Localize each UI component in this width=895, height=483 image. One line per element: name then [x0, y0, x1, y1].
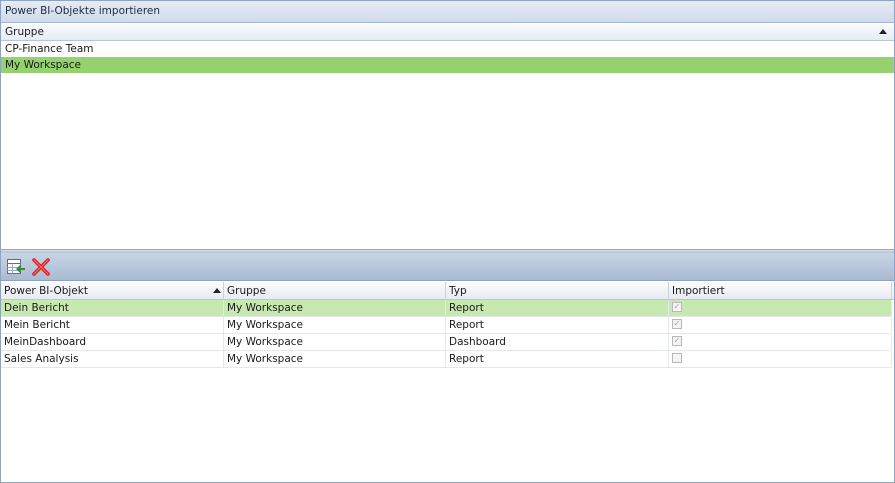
column-label: Typ — [449, 285, 467, 297]
imported-checkbox[interactable]: ✓ — [672, 319, 682, 329]
column-label: Gruppe — [227, 285, 266, 297]
delete-button[interactable] — [31, 257, 51, 277]
group-column-header[interactable]: Gruppe — [1, 23, 894, 41]
object-group-cell: My Workspace — [227, 336, 304, 348]
sort-ascending-icon — [879, 29, 887, 34]
import-table-icon — [7, 259, 25, 274]
table-row[interactable]: Sales Analysis My Workspace Report — [1, 351, 892, 368]
object-type-cell: Report — [449, 319, 484, 331]
table-row[interactable]: Mein Bericht My Workspace Report ✓ — [1, 317, 892, 334]
imported-checkbox[interactable]: ✓ — [672, 336, 682, 346]
title-bar: Power BI-Objekte importieren — [1, 1, 894, 23]
column-label: Power BI-Objekt — [4, 285, 88, 297]
group-label: CP-Finance Team — [5, 43, 94, 55]
sort-ascending-icon — [213, 288, 221, 293]
object-name-cell: Mein Bericht — [4, 319, 70, 331]
objects-grid-header: Power BI-Objekt Gruppe Typ Importiert — [1, 282, 894, 300]
object-group-cell: My Workspace — [227, 302, 304, 314]
object-name-cell: Sales Analysis — [4, 353, 79, 365]
object-group-cell: My Workspace — [227, 353, 304, 365]
column-header-typ[interactable]: Typ — [446, 282, 669, 299]
group-column-label: Gruppe — [5, 26, 44, 38]
object-name-cell: Dein Bericht — [4, 302, 69, 314]
column-header-gruppe[interactable]: Gruppe — [224, 282, 446, 299]
table-row[interactable]: MeinDashboard My Workspace Dashboard ✓ — [1, 334, 892, 351]
object-group-cell: My Workspace — [227, 319, 304, 331]
object-type-cell: Dashboard — [449, 336, 506, 348]
object-type-cell: Report — [449, 353, 484, 365]
object-type-cell: Report — [449, 302, 484, 314]
column-header-power-bi-objekt[interactable]: Power BI-Objekt — [1, 282, 224, 299]
import-button[interactable] — [6, 257, 26, 277]
red-x-delete-icon — [32, 258, 50, 276]
group-label: My Workspace — [5, 59, 82, 71]
imported-checkbox[interactable]: ✓ — [672, 302, 682, 312]
column-label: Importiert — [672, 285, 725, 297]
imported-checkbox[interactable] — [672, 353, 682, 363]
toolbar — [1, 253, 894, 281]
window-title: Power BI-Objekte importieren — [5, 5, 161, 17]
import-dialog: Power BI-Objekte importieren Gruppe CP-F… — [0, 0, 895, 483]
group-row-my-workspace[interactable]: My Workspace — [1, 57, 894, 73]
column-header-importiert[interactable]: Importiert — [669, 282, 892, 299]
group-row-cp-finance-team[interactable]: CP-Finance Team — [1, 41, 894, 57]
table-row[interactable]: Dein Bericht My Workspace Report ✓ — [1, 300, 892, 317]
object-name-cell: MeinDashboard — [4, 336, 87, 348]
